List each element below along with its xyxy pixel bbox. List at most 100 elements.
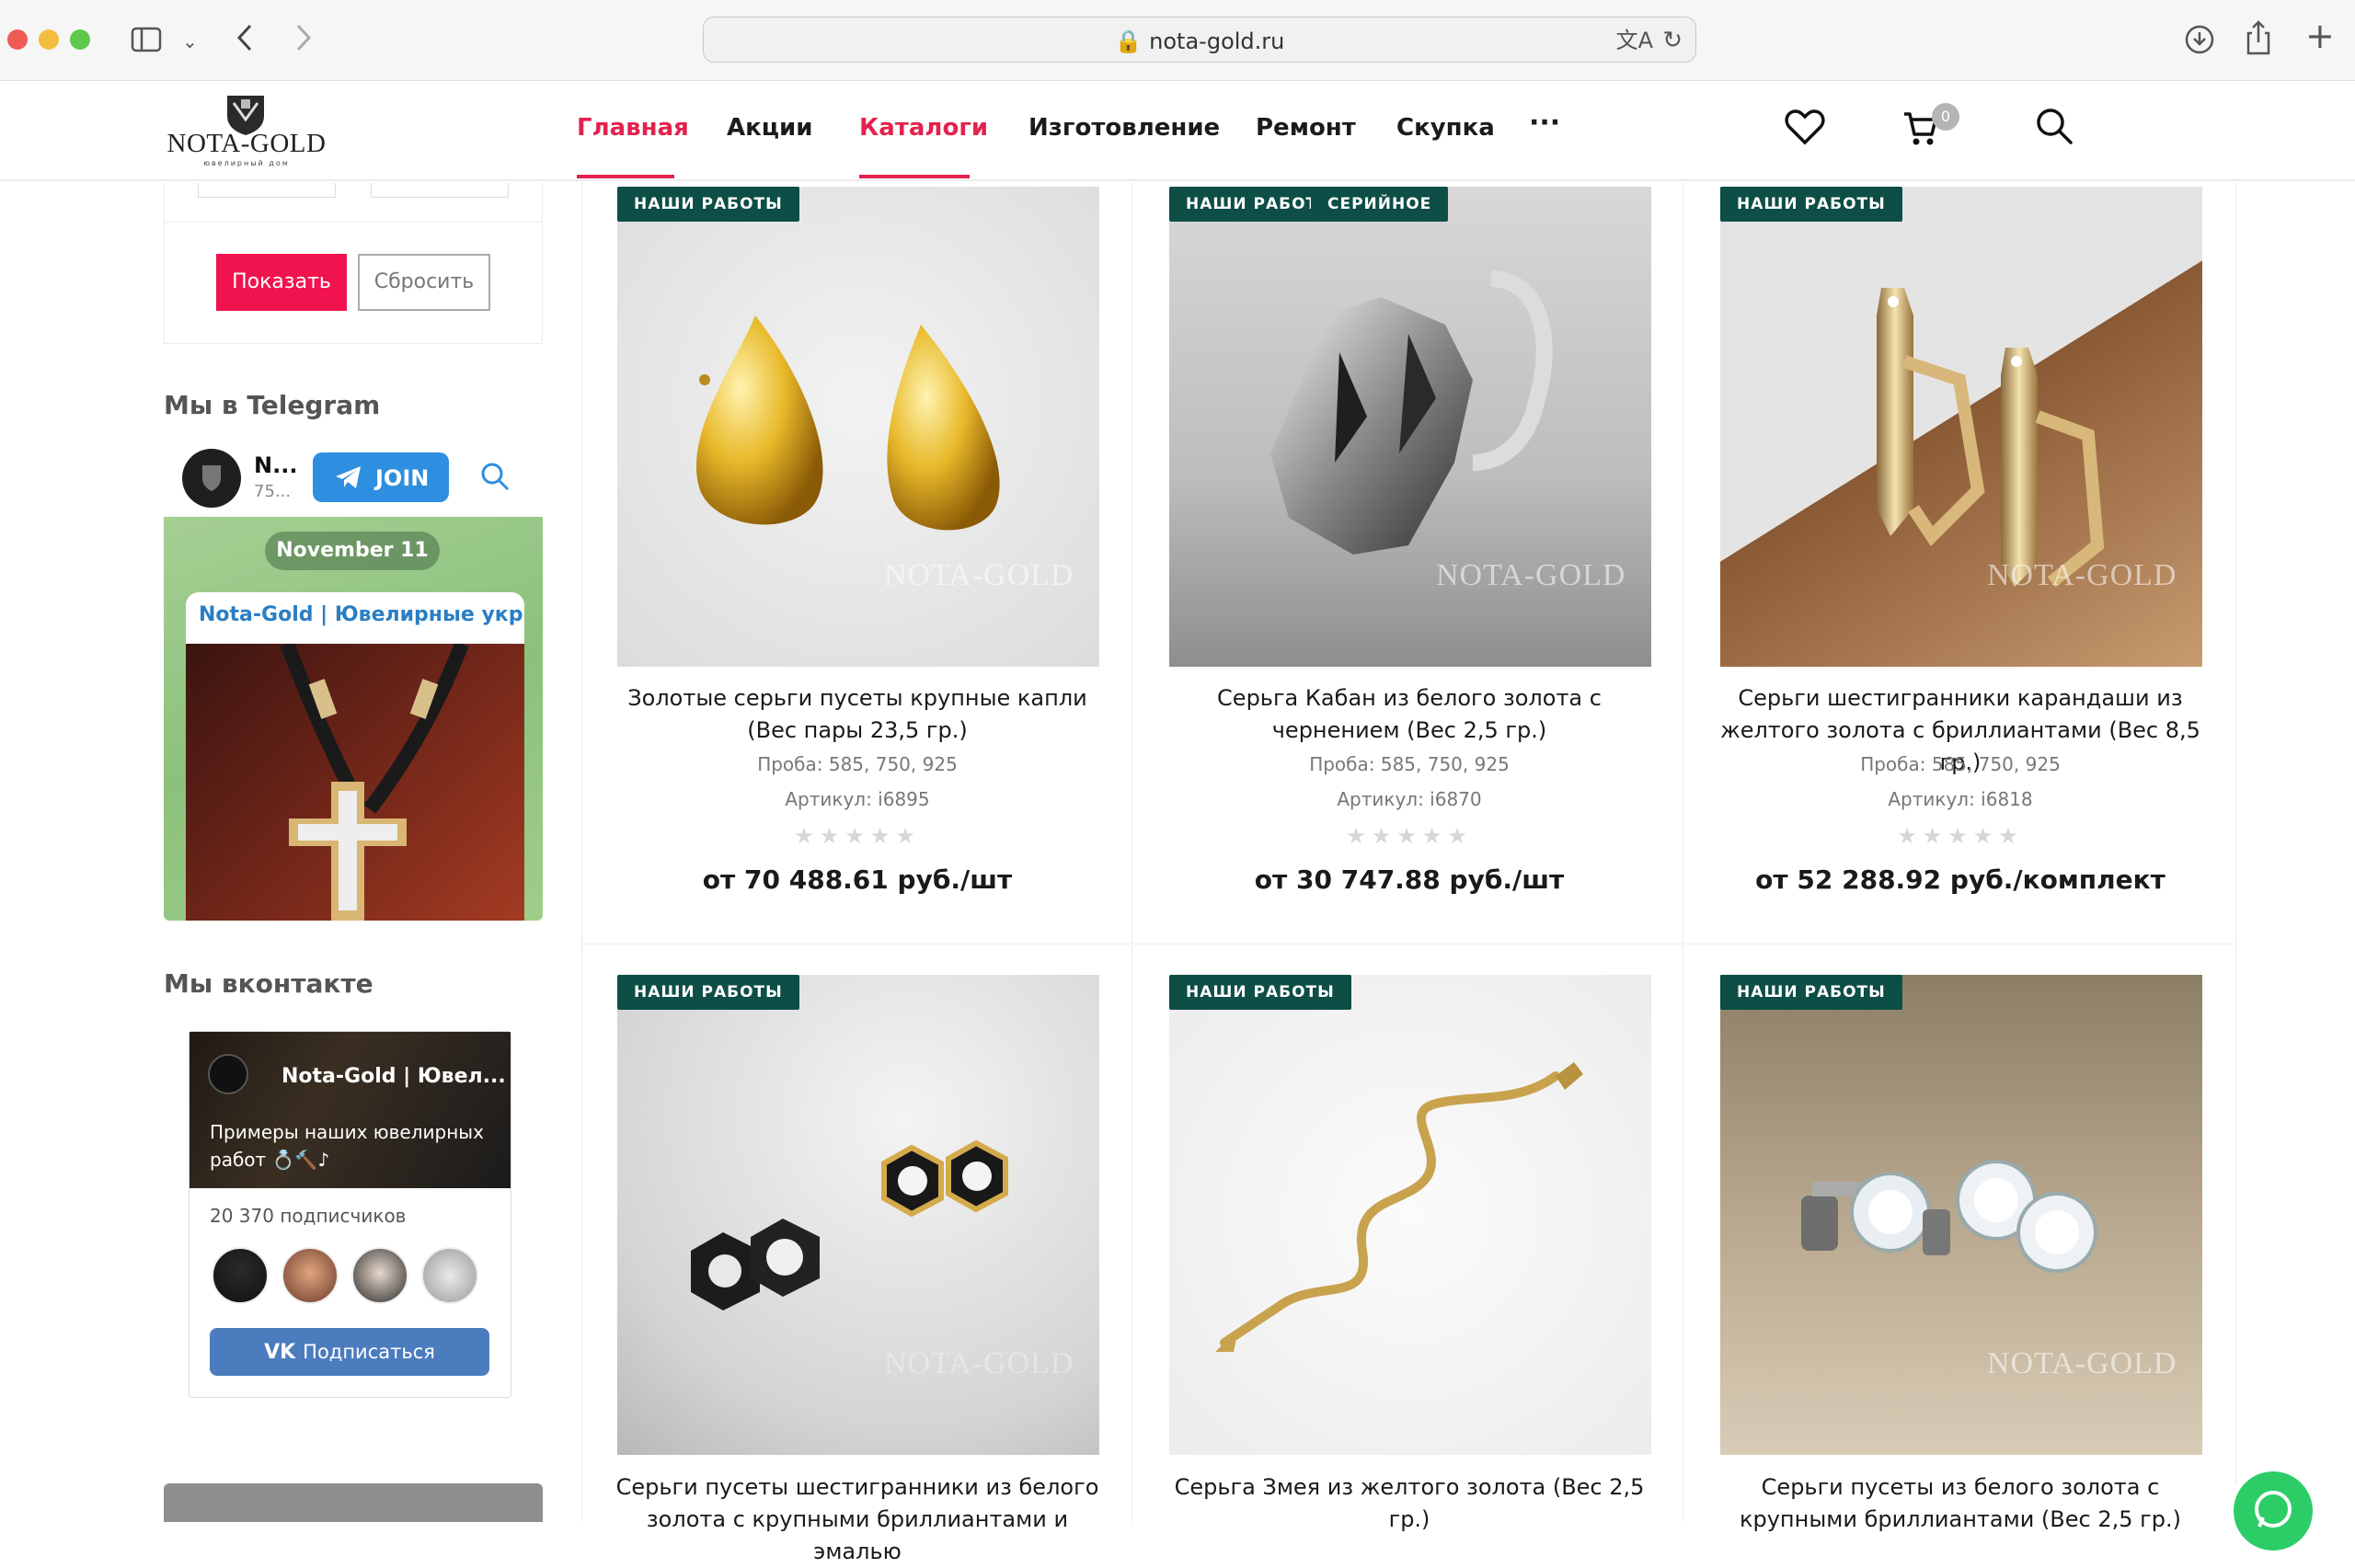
channel-subscribers: 75... (254, 482, 292, 501)
badge-our-works: НАШИ РАБОТЫ (1169, 975, 1351, 1010)
download-icon[interactable] (2184, 24, 2215, 61)
channel-name: N... (254, 452, 298, 478)
divider (165, 222, 542, 223)
whatsapp-icon[interactable] (2234, 1471, 2313, 1551)
address-bar[interactable]: 🔒 nota-gold.ru 文A ↻ (703, 17, 1696, 63)
subscriber-avatar (351, 1247, 408, 1304)
vk-logo-icon: VK (264, 1341, 296, 1364)
subscriber-avatar (281, 1247, 339, 1304)
product-image[interactable] (1169, 975, 1651, 1455)
rating-stars[interactable]: ★★★★★ (1152, 823, 1667, 849)
badge-our-works: НАШИ РАБОТЫ (1720, 975, 1902, 1010)
lock-icon: 🔒 (1114, 29, 1143, 54)
sidebar-toggle-icon[interactable] (131, 26, 162, 59)
rating-stars[interactable]: ★★★★★ (600, 823, 1115, 849)
price-from-input[interactable] (198, 183, 336, 198)
browser-toolbar: ⌄ 🔒 nota-gold.ru 文A ↻ + (0, 0, 2355, 81)
reload-icon[interactable]: ↻ (1662, 27, 1683, 54)
product-image[interactable]: NOTA-GOLD (617, 975, 1099, 1455)
telegram-join-button[interactable]: JOIN (313, 452, 449, 502)
price-to-input[interactable] (371, 183, 509, 198)
logo-text: NOTA-GOLD (167, 129, 327, 158)
product-card[interactable]: NOTA-GOLD НАШИ РАБОТЫ СЕРИЙНОЕ Серьга Ка… (1133, 183, 1683, 944)
product-card[interactable]: NOTA-GOLD НАШИ РАБОТЫ Серьги пусеты шест… (582, 945, 1132, 1564)
telegram-feed: November 11 Nota-Gold | Ювелирные укр... (164, 517, 543, 921)
telegram-plane-icon (336, 466, 361, 488)
product-title[interactable]: Золотые серьги пусеты крупные капли (Вес… (600, 682, 1115, 747)
product-card[interactable]: NOTA-GOLD НАШИ РАБОТЫ Серьги шестигранни… (1684, 183, 2234, 944)
telegram-post[interactable]: Nota-Gold | Ювелирные укр... (186, 592, 524, 921)
watermark: NOTA-GOLD (1987, 1346, 2177, 1380)
badge-our-works: НАШИ РАБОТЫ (617, 187, 799, 222)
search-icon[interactable] (2035, 107, 2074, 149)
share-icon[interactable] (2245, 20, 2272, 61)
watermark: NOTA-GOLD (1987, 558, 2177, 592)
grid-right-border (2235, 183, 2236, 1522)
chevron-down-icon[interactable]: ⌄ (182, 28, 198, 55)
product-image[interactable]: NOTA-GOLD (1720, 187, 2202, 667)
product-image[interactable]: NOTA-GOLD (617, 187, 1099, 667)
rating-stars[interactable]: ★★★★★ (1703, 823, 2218, 849)
filter-panel: Показать Сбросить (164, 183, 543, 344)
zoom-window-button[interactable] (70, 29, 90, 50)
product-article: Артикул: i6818 (1888, 788, 2033, 810)
product-proba: Проба: 585, 750, 925 (757, 753, 958, 775)
badge-our-works: НАШИ РАБОТЫ (617, 975, 799, 1010)
subscriber-avatar (421, 1247, 478, 1304)
vk-subscribers-count: 20 370 подписчиков (210, 1205, 407, 1227)
show-button[interactable]: Показать (216, 254, 347, 311)
logo-subtitle: ювелирный дом (203, 159, 290, 167)
back-icon[interactable] (234, 22, 256, 59)
vk-cover: Nota-Gold | Ювел... Примеры наших ювелир… (190, 1032, 511, 1188)
product-title[interactable]: Серьги пусеты из белого золота с крупным… (1703, 1471, 2218, 1536)
logo[interactable]: NOTA-GOLD ювелирный дом (162, 92, 331, 167)
badge-our-works: НАШИ РАБОТЫ (1720, 187, 1902, 222)
watermark: NOTA-GOLD (884, 558, 1074, 592)
heart-icon[interactable] (1785, 109, 1825, 149)
forward-icon[interactable] (293, 22, 315, 59)
vk-group-name[interactable]: Nota-Gold | Ювел... (281, 1065, 506, 1088)
subscriber-avatar (212, 1247, 269, 1304)
product-image[interactable]: NOTA-GOLD (1720, 975, 2202, 1455)
nav-active-underline (577, 175, 674, 178)
date-pill: November 11 (265, 532, 440, 570)
product-article: Артикул: i6870 (1337, 788, 1482, 810)
product-price: от 52 288.92 руб./комплект (1755, 864, 2165, 895)
sidebar-next-widget (164, 1483, 543, 1522)
product-proba: Проба: 585, 750, 925 (1860, 753, 2061, 775)
product-image[interactable]: NOTA-GOLD (1169, 187, 1651, 667)
nav-promotions[interactable]: Акции (727, 114, 812, 142)
nav-more[interactable]: ··· (1529, 107, 1560, 139)
telegram-header: N... 75... JOIN (164, 440, 543, 517)
nav-buyback[interactable]: Скупка (1396, 114, 1495, 142)
close-window-button[interactable] (7, 29, 28, 50)
watermark: NOTA-GOLD (1436, 558, 1626, 592)
product-article: Артикул: i6895 (785, 788, 930, 810)
vk-section-title: Мы вконтакте (164, 968, 373, 999)
product-title[interactable]: Серьга Кабан из белого золота с чернение… (1152, 682, 1667, 747)
translate-icon[interactable]: 文A (1616, 27, 1653, 54)
telegram-widget: N... 75... JOIN November 11 Nota-Gold | … (164, 440, 543, 921)
product-title[interactable]: Серьги пусеты шестигранники из белого зо… (600, 1471, 1115, 1568)
product-price: от 70 488.61 руб./шт (702, 864, 1013, 895)
post-image (186, 641, 524, 921)
nav-repair[interactable]: Ремонт (1256, 114, 1356, 142)
product-title[interactable]: Серьга Змея из желтого золота (Вес 2,5 г… (1152, 1471, 1667, 1536)
product-card[interactable]: NOTA-GOLD НАШИ РАБОТЫ Золотые серьги пус… (582, 183, 1132, 944)
nav-catalogs[interactable]: Каталоги (859, 114, 988, 142)
nav-main[interactable]: Главная (577, 114, 689, 142)
nav-manufacturing[interactable]: Изготовление (1028, 114, 1220, 142)
watermark: NOTA-GOLD (884, 1346, 1074, 1380)
product-card[interactable]: NOTA-GOLD НАШИ РАБОТЫ Серьги пусеты из б… (1684, 945, 2234, 1532)
vk-group-description: Примеры наших ювелирных работ 💍🔨♪ (210, 1121, 484, 1171)
product-card[interactable]: НАШИ РАБОТЫ Серьга Змея из желтого золот… (1133, 945, 1683, 1532)
telegram-search-icon[interactable] (480, 462, 510, 495)
reset-button[interactable]: Сбросить (358, 254, 490, 311)
nav-catalogs-underline (859, 175, 970, 178)
url-text: 🔒 nota-gold.ru (1114, 29, 1285, 54)
badge-serial: СЕРИЙНОЕ (1311, 187, 1449, 222)
minimize-window-button[interactable] (39, 29, 59, 50)
channel-avatar (182, 449, 241, 508)
new-tab-icon[interactable]: + (2305, 18, 2335, 53)
vk-subscribe-button[interactable]: VK Подписаться (210, 1328, 489, 1376)
